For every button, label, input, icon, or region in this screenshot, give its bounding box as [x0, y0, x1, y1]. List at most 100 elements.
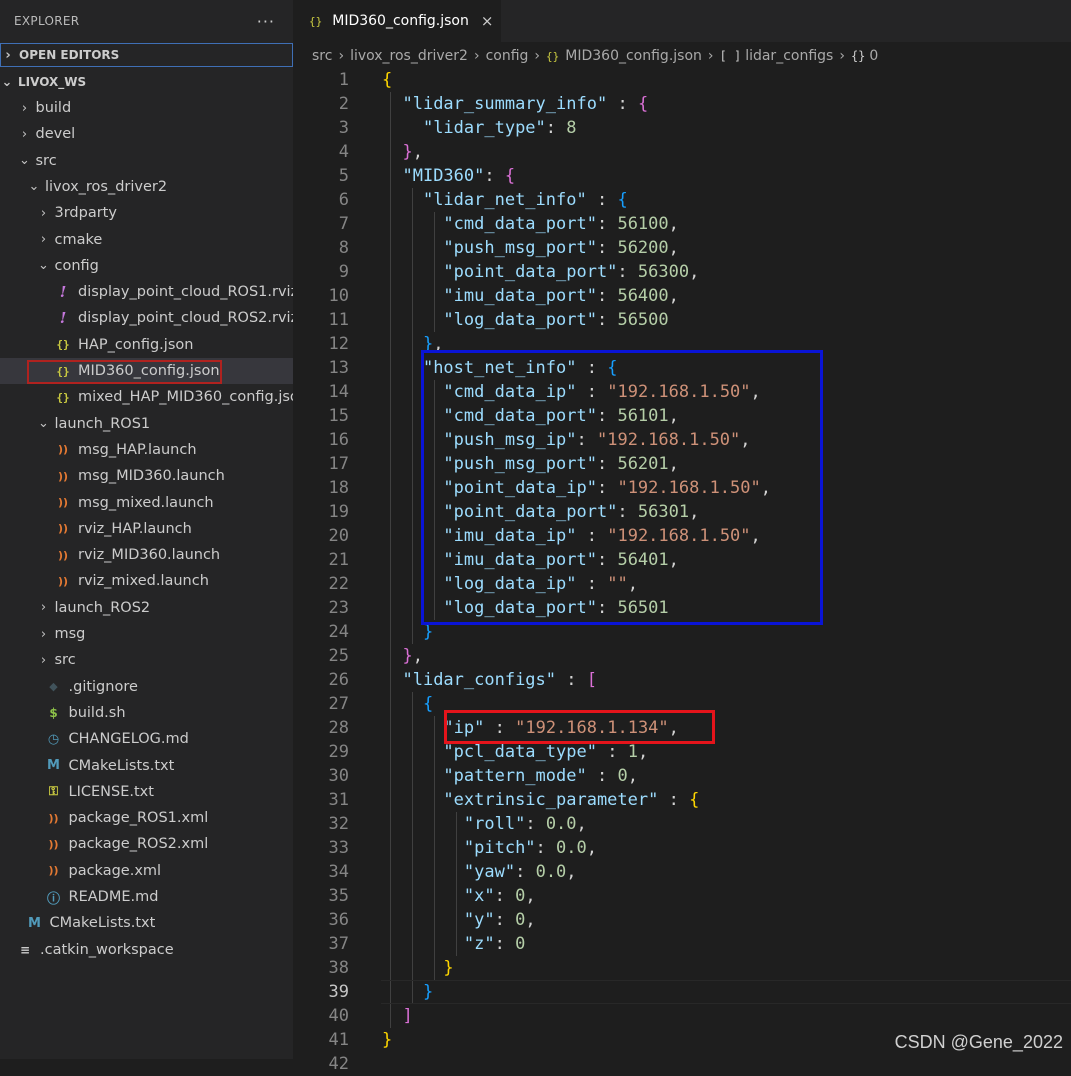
- code-line[interactable]: 4 },: [293, 140, 1071, 164]
- code-line[interactable]: 16 "push_msg_ip": "192.168.1.50",: [293, 428, 1071, 452]
- code-line[interactable]: 37 "z": 0: [293, 932, 1071, 956]
- tree-item-file-cmakelists-root[interactable]: MCMakeLists.txt↳: [0, 910, 293, 936]
- breadcrumb-config[interactable]: config: [486, 48, 529, 64]
- code-line[interactable]: 13 "host_net_info" : {: [293, 356, 1071, 380]
- code-line[interactable]: 31 "extrinsic_parameter" : {: [293, 788, 1071, 812]
- code-text: "log_data_port": 56501: [443, 598, 669, 618]
- tree-item-file-msg-mid360-launch[interactable]: )) msg_MID360.launch: [0, 463, 293, 489]
- tree-item-file-mid360-config[interactable]: {} MID360_config.json: [0, 358, 293, 384]
- code-line[interactable]: 27 {: [293, 692, 1071, 716]
- line-number: 31: [328, 790, 349, 810]
- code-text: "cmd_data_port": 56100,: [443, 214, 679, 234]
- code-line[interactable]: 6 "lidar_net_info" : {: [293, 188, 1071, 212]
- code-line[interactable]: 18 "point_data_ip": "192.168.1.50",: [293, 476, 1071, 500]
- tree-item-folder-livox-ros-driver2[interactable]: ⌄ livox_ros_driver2: [0, 174, 293, 200]
- code-line[interactable]: 28 "ip" : "192.168.1.134",: [293, 716, 1071, 740]
- code-line[interactable]: 3 "lidar_type": 8: [293, 116, 1071, 140]
- code-line[interactable]: 22 "log_data_ip" : "",: [293, 572, 1071, 596]
- tree-item-folder-src[interactable]: ⌄ src: [0, 148, 293, 174]
- tree-item-folder-devel[interactable]: › devel: [0, 121, 293, 147]
- code-text: "pattern_mode" : 0,: [443, 766, 638, 786]
- code-line[interactable]: 2 "lidar_summary_info" : {: [293, 92, 1071, 116]
- more-actions-icon[interactable]: ···: [257, 12, 275, 31]
- code-line[interactable]: 35 "x": 0,: [293, 884, 1071, 908]
- code-line[interactable]: 12 },: [293, 332, 1071, 356]
- tree-item-file-msg-hap-launch[interactable]: )) msg_HAP.launch: [0, 437, 293, 463]
- tree-item-file-display-point-cloud-ros1[interactable]: ! display_point_cloud_ROS1.rviz: [0, 279, 293, 305]
- tree-item-file-display-point-cloud-ros2[interactable]: ! display_point_cloud_ROS2.rviz: [0, 305, 293, 331]
- code-line[interactable]: 7 "cmd_data_port": 56100,: [293, 212, 1071, 236]
- code-line[interactable]: 33 "pitch": 0.0,: [293, 836, 1071, 860]
- code-line[interactable]: 17 "push_msg_port": 56201,: [293, 452, 1071, 476]
- code-text: "push_msg_ip": "192.168.1.50",: [443, 430, 751, 450]
- chevron-right-icon: ›: [40, 652, 47, 668]
- tree-item-file-catkin-workspace[interactable]: ≡ .catkin_workspace: [0, 937, 293, 963]
- code-line[interactable]: 34 "yaw": 0.0,: [293, 860, 1071, 884]
- code-line[interactable]: 20 "imu_data_ip" : "192.168.1.50",: [293, 524, 1071, 548]
- code-line[interactable]: 36 "y": 0,: [293, 908, 1071, 932]
- breadcrumb-index[interactable]: 0: [869, 48, 878, 64]
- code-line[interactable]: 21 "imu_data_port": 56401,: [293, 548, 1071, 572]
- tree-item-file-build-sh[interactable]: $ build.sh: [0, 700, 293, 726]
- tree-item-folder-msg[interactable]: › msg: [0, 621, 293, 647]
- code-line[interactable]: 26 "lidar_configs" : [: [293, 668, 1071, 692]
- tree-item-file-package-ros2[interactable]: )) package_ROS2.xml: [0, 831, 293, 857]
- tab-mid360-config[interactable]: {} MID360_config.json ×: [293, 0, 501, 42]
- breadcrumb-src[interactable]: src: [312, 48, 332, 64]
- tree-item-file-rviz-mid360-launch[interactable]: )) rviz_MID360.launch: [0, 542, 293, 568]
- code-line[interactable]: 32 "roll": 0.0,: [293, 812, 1071, 836]
- code-line[interactable]: 29 "pcl_data_type" : 1,: [293, 740, 1071, 764]
- tree-item-file-rviz-hap-launch[interactable]: )) rviz_HAP.launch: [0, 516, 293, 542]
- tree-item-file-readme[interactable]: ⓘ README.md: [0, 884, 293, 910]
- code-line[interactable]: 11 "log_data_port": 56500: [293, 308, 1071, 332]
- tree-item-file-msg-mixed-launch[interactable]: )) msg_mixed.launch: [0, 490, 293, 516]
- code-line[interactable]: 42: [293, 1052, 1071, 1076]
- tree-item-folder-launch-ros1[interactable]: ⌄ launch_ROS1: [0, 411, 293, 437]
- rviz-icon: !: [59, 309, 67, 328]
- tree-item-folder-build[interactable]: › build: [0, 95, 293, 121]
- tree-item-folder-3rdparty[interactable]: › 3rdparty: [0, 200, 293, 226]
- code-line[interactable]: 19 "point_data_port": 56301,: [293, 500, 1071, 524]
- breadcrumb-lidar-configs[interactable]: lidar_configs: [745, 48, 833, 64]
- code-line[interactable]: 23 "log_data_port": 56501: [293, 596, 1071, 620]
- code-line[interactable]: 5 "MID360": {: [293, 164, 1071, 188]
- tree-item-folder-src-inner[interactable]: › src: [0, 647, 293, 673]
- code-text: "y": 0,: [463, 910, 536, 930]
- code-line[interactable]: 10 "imu_data_port": 56400,: [293, 284, 1071, 308]
- tree-item-file-cmakelists[interactable]: M CMakeLists.txt: [0, 753, 293, 779]
- code-line[interactable]: 40 ]: [293, 1004, 1071, 1028]
- tree-item-label: README.md: [68, 889, 159, 905]
- tree-item-folder-config[interactable]: ⌄ config: [0, 253, 293, 279]
- code-line[interactable]: 8 "push_msg_port": 56200,: [293, 236, 1071, 260]
- code-line[interactable]: 9 "point_data_port": 56300,: [293, 260, 1071, 284]
- tree-item-file-package-ros1[interactable]: )) package_ROS1.xml: [0, 805, 293, 831]
- code-line[interactable]: 38 }: [293, 956, 1071, 980]
- tree-item-file-mixed-hap-mid360-config[interactable]: {} mixed_HAP_MID360_config.json: [0, 384, 293, 410]
- tree-item-folder-cmake[interactable]: › cmake: [0, 227, 293, 253]
- code-text: "push_msg_port": 56200,: [443, 238, 679, 258]
- tree-item-file-gitignore[interactable]: ◆ .gitignore: [0, 674, 293, 700]
- tree-item-file-hap-config[interactable]: {} HAP_config.json: [0, 332, 293, 358]
- code-line[interactable]: 30 "pattern_mode" : 0,: [293, 764, 1071, 788]
- workspace-section[interactable]: ⌄ LIVOX_WS: [0, 70, 293, 94]
- code-line[interactable]: 15 "cmd_data_port": 56101,: [293, 404, 1071, 428]
- breadcrumb-livox-ros-driver2[interactable]: livox_ros_driver2: [350, 48, 468, 64]
- breadcrumb-file[interactable]: MID360_config.json: [565, 48, 702, 64]
- code-line[interactable]: 39 }: [293, 980, 1071, 1004]
- close-icon[interactable]: ×: [481, 12, 494, 30]
- tree-item-file-rviz-mixed-launch[interactable]: )) rviz_mixed.launch: [0, 568, 293, 594]
- code-line[interactable]: 24 }: [293, 620, 1071, 644]
- tree-item-folder-launch-ros2[interactable]: › launch_ROS2: [0, 595, 293, 621]
- tree-item-label: CMakeLists.txt: [49, 915, 156, 932]
- tree-item-label: src: [54, 652, 76, 669]
- code-line[interactable]: 25 },: [293, 644, 1071, 668]
- tree-item-label: rviz_HAP.launch: [78, 520, 192, 537]
- code-line[interactable]: 1{: [293, 68, 1071, 92]
- line-number: 38: [328, 958, 349, 978]
- tree-item-file-package-xml[interactable]: )) package.xml: [0, 858, 293, 884]
- tree-item-file-license[interactable]: ⚿ LICENSE.txt: [0, 779, 293, 805]
- open-editors-section[interactable]: › OPEN EDITORS: [0, 43, 293, 67]
- code-text: "cmd_data_port": 56101,: [443, 406, 679, 426]
- tree-item-file-changelog[interactable]: ◷ CHANGELOG.md: [0, 726, 293, 752]
- code-line[interactable]: 14 "cmd_data_ip" : "192.168.1.50",: [293, 380, 1071, 404]
